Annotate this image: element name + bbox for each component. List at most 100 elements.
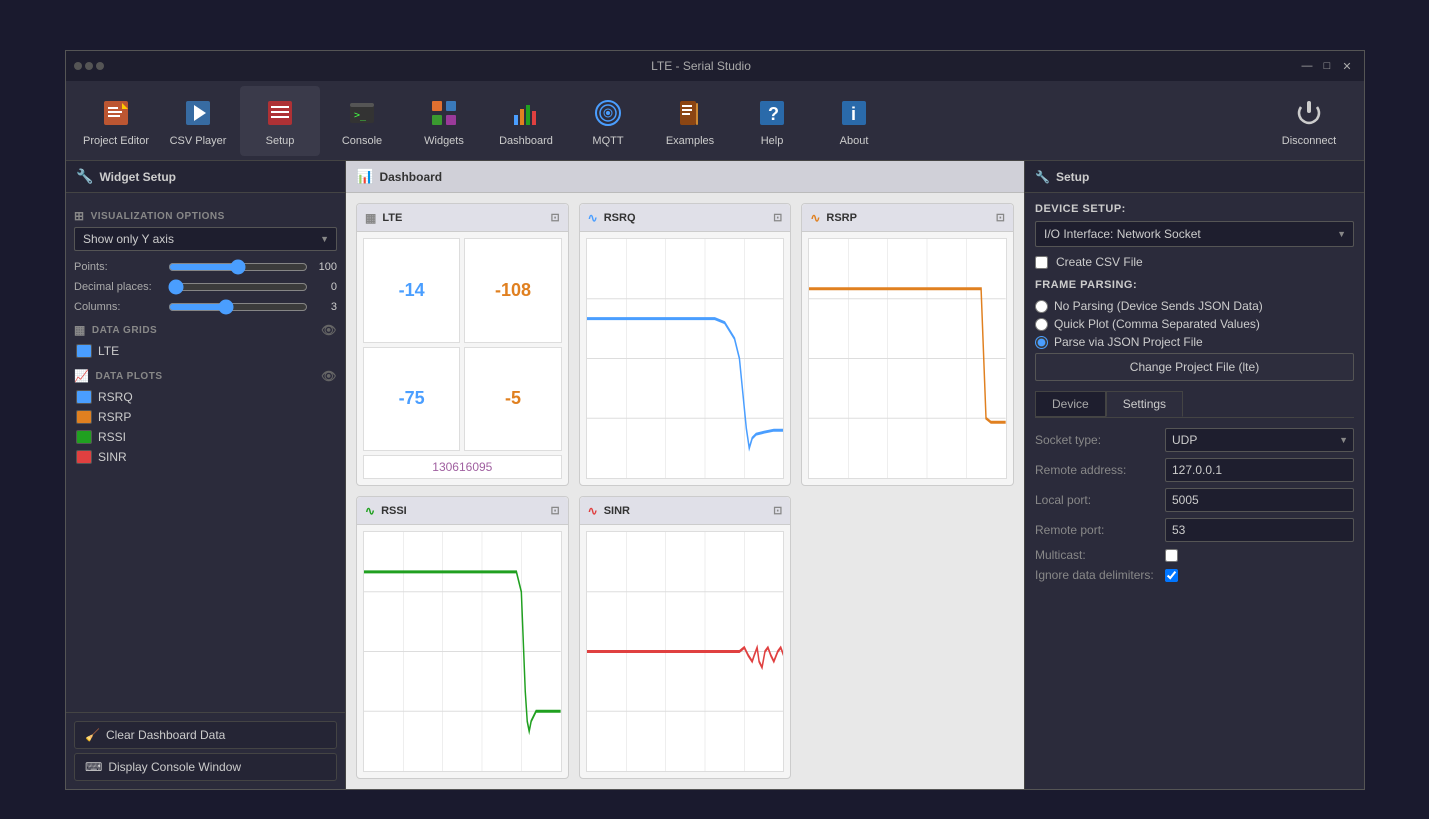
tab-device[interactable]: Device	[1035, 391, 1106, 417]
disconnect-button[interactable]: Disconnect	[1264, 86, 1354, 156]
multicast-checkbox[interactable]	[1165, 549, 1178, 562]
toolbar-item-console[interactable]: >_ Console	[322, 86, 402, 156]
io-interface-select[interactable]: I/O Interface: Network Socket I/O Interf…	[1035, 221, 1354, 247]
widget-rsrp: ∿ RSRP ⊡	[801, 203, 1014, 486]
widget-rsrp-chart	[808, 238, 1007, 479]
lte-cell-2: -75	[363, 347, 460, 452]
socket-type-row: Socket type: UDP TCP	[1035, 428, 1354, 452]
widget-sinr-title: SINR	[604, 505, 630, 517]
toolbar-item-help[interactable]: ? Help	[732, 86, 812, 156]
create-csv-checkbox[interactable]	[1035, 256, 1048, 269]
widget-rssi-chart-icon: ∿	[365, 504, 375, 518]
disconnect-label: Disconnect	[1282, 135, 1336, 147]
lte-value-grid: -14 -108 -75 -5	[363, 238, 562, 451]
socket-type-select-wrapper: UDP TCP	[1165, 428, 1354, 452]
right-panel-title: Setup	[1056, 170, 1089, 184]
close-button[interactable]: ✕	[1338, 57, 1356, 75]
data-plots-header: 📈 DATA PLOTS 👁	[74, 369, 337, 383]
toolbar-item-mqtt[interactable]: MQTT	[568, 86, 648, 156]
data-plots-eye[interactable]: 👁	[321, 369, 337, 383]
display-console-button[interactable]: ⌨ Display Console Window	[74, 753, 337, 781]
left-panel-title: Widget Setup	[99, 170, 176, 184]
titlebar-left	[74, 62, 104, 70]
window-title: LTE - Serial Studio	[651, 59, 751, 73]
decimal-slider[interactable]	[168, 279, 308, 295]
radio-no-parsing-input[interactable]	[1035, 300, 1048, 313]
toolbar-item-project-editor[interactable]: Project Editor	[76, 86, 156, 156]
maximize-button[interactable]: □	[1318, 57, 1336, 75]
disconnect-icon	[1291, 95, 1327, 131]
clear-dashboard-button[interactable]: 🧹 Clear Dashboard Data	[74, 721, 337, 749]
titlebar-controls: — □ ✕	[1298, 57, 1356, 75]
lte-color-box	[76, 344, 92, 358]
socket-type-label: Socket type:	[1035, 433, 1165, 447]
widget-rsrp-header: ∿ RSRP ⊡	[802, 204, 1013, 232]
toolbar-label-widgets: Widgets	[424, 135, 464, 147]
toolbar-label-csv-player: CSV Player	[170, 135, 227, 147]
widget-lte-header: ▦ LTE ⊡	[357, 204, 568, 232]
widget-rssi-body	[357, 525, 568, 778]
radio-parse-json-input[interactable]	[1035, 336, 1048, 349]
socket-type-select[interactable]: UDP TCP	[1165, 428, 1354, 452]
data-grids-icon: ▦	[74, 323, 86, 337]
dashboard-title: Dashboard	[379, 170, 442, 184]
left-panel-body: ⊞ VISUALIZATION OPTIONS Show only Y axis…	[66, 193, 345, 712]
titlebar: LTE - Serial Studio — □ ✕	[66, 51, 1364, 81]
local-port-input[interactable]	[1165, 488, 1354, 512]
clear-dashboard-icon: 🧹	[85, 728, 100, 742]
axis-dropdown[interactable]: Show only Y axisShow X and Y axisShow no…	[74, 227, 337, 251]
frame-parsing-label: FRAME PARSING:	[1035, 279, 1354, 291]
widget-lte-maximize[interactable]: ⊡	[550, 211, 559, 224]
display-console-label: Display Console Window	[108, 760, 241, 774]
widget-sinr-body	[580, 525, 791, 778]
tab-settings[interactable]: Settings	[1106, 391, 1183, 417]
radio-no-parsing: No Parsing (Device Sends JSON Data)	[1035, 299, 1354, 313]
columns-slider[interactable]	[168, 299, 308, 315]
help-icon: ?	[754, 95, 790, 131]
remote-address-input[interactable]	[1165, 458, 1354, 482]
widget-rsrp-body	[802, 232, 1013, 485]
svg-text:>_: >_	[354, 110, 367, 121]
widget-rssi-chart	[363, 531, 562, 772]
sinr-label: SINR	[98, 450, 127, 464]
toolbar-item-widgets[interactable]: Widgets	[404, 86, 484, 156]
change-project-button[interactable]: Change Project File (lte)	[1035, 353, 1354, 381]
widget-rsrq-title: RSRQ	[604, 212, 636, 224]
radio-no-parsing-label: No Parsing (Device Sends JSON Data)	[1054, 299, 1263, 313]
toolbar-item-examples[interactable]: Examples	[650, 86, 730, 156]
viz-options-header: ⊞ VISUALIZATION OPTIONS	[74, 209, 337, 223]
device-settings-tabs: Device Settings	[1035, 391, 1354, 418]
widget-rssi-maximize[interactable]: ⊡	[550, 504, 559, 517]
mqtt-icon	[590, 95, 626, 131]
widget-rsrq-maximize[interactable]: ⊡	[773, 211, 782, 224]
lte-grid-label: LTE	[98, 344, 119, 358]
multicast-row: Multicast:	[1035, 548, 1354, 562]
center-panel: 📊 Dashboard ▦ LTE ⊡ -14 -108 -75	[346, 161, 1024, 789]
toolbar-item-csv-player[interactable]: CSV Player	[158, 86, 238, 156]
create-csv-label: Create CSV File	[1056, 255, 1143, 269]
sinr-color-box	[76, 450, 92, 464]
device-setup-label: DEVICE SETUP:	[1035, 203, 1354, 215]
minimize-button[interactable]: —	[1298, 57, 1316, 75]
toolbar-item-dashboard[interactable]: Dashboard	[486, 86, 566, 156]
radio-quick-plot-input[interactable]	[1035, 318, 1048, 331]
rsrp-label: RSRP	[98, 410, 131, 424]
ignore-delimiters-checkbox[interactable]	[1165, 569, 1178, 582]
toolbar-item-setup[interactable]: Setup	[240, 86, 320, 156]
widget-rsrp-title: RSRP	[826, 212, 857, 224]
right-panel-header: 🔧 Setup	[1025, 161, 1364, 193]
left-panel-header: 🔧 Widget Setup	[66, 161, 345, 193]
decimal-slider-row: Decimal places: 0	[74, 279, 337, 295]
decimal-label: Decimal places:	[74, 281, 164, 293]
points-slider[interactable]	[168, 259, 308, 275]
widget-rsrp-maximize[interactable]: ⊡	[996, 211, 1005, 224]
data-plot-rsrq: RSRQ	[74, 387, 337, 407]
toolbar-item-about[interactable]: i About	[814, 86, 894, 156]
widget-sinr-maximize[interactable]: ⊡	[773, 504, 782, 517]
data-plots-icon: 📈	[74, 369, 89, 383]
data-grids-label: DATA GRIDS	[92, 325, 157, 336]
remote-port-input[interactable]	[1165, 518, 1354, 542]
lte-cell-1: -108	[464, 238, 561, 343]
clear-dashboard-label: Clear Dashboard Data	[106, 728, 225, 742]
data-grids-eye[interactable]: 👁	[321, 323, 337, 337]
